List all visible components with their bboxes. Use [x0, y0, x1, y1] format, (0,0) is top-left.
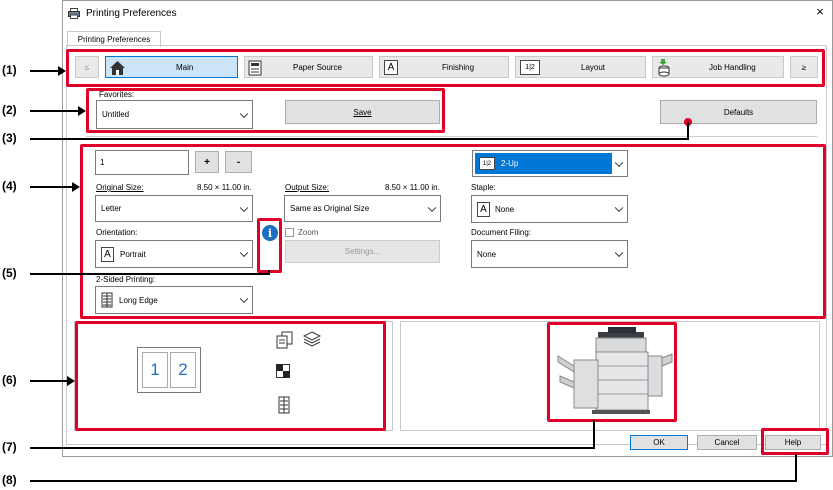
callout-box-7	[547, 322, 677, 422]
leader-line-5-v	[268, 270, 270, 275]
leader-line-1	[30, 70, 60, 72]
ok-button[interactable]: OK	[630, 435, 688, 450]
callout-label-2: (2)	[2, 103, 17, 117]
window-title: Printing Preferences	[86, 8, 177, 19]
close-icon: ×	[816, 3, 824, 19]
cancel-button[interactable]: Cancel	[697, 435, 757, 450]
callout-label-7: (7)	[2, 440, 17, 454]
leader-arrow-6	[67, 376, 75, 386]
callout-label-5: (5)	[2, 266, 17, 280]
callout-label-4: (4)	[2, 179, 17, 193]
leader-line-6	[30, 380, 69, 382]
printer-icon	[68, 8, 80, 19]
leader-arrow-1	[58, 66, 66, 76]
leader-arrow-2	[78, 106, 86, 116]
leader-line-4	[30, 186, 74, 188]
callout-box-5	[257, 218, 282, 273]
leader-line-5	[30, 273, 270, 275]
close-button[interactable]: ×	[812, 3, 828, 19]
divider	[86, 136, 817, 137]
leader-line-7-v	[593, 420, 595, 449]
leader-line-7	[30, 447, 595, 449]
callout-label-1: (1)	[2, 63, 17, 77]
callout-box-2	[86, 88, 445, 133]
leader-arrow-4	[72, 182, 80, 192]
leader-line-3-v	[687, 122, 689, 140]
leader-line-8-v	[795, 454, 797, 482]
callout-box-8	[761, 428, 829, 455]
callout-label-6: (6)	[2, 373, 17, 387]
callout-box-6	[75, 321, 386, 431]
callout-label-8: (8)	[2, 473, 17, 487]
leader-line-3	[30, 138, 688, 140]
callout-label-3: (3)	[2, 131, 17, 145]
leader-line-2	[30, 110, 80, 112]
leader-line-8	[30, 480, 797, 482]
property-tab-label: Printing Preferences	[77, 35, 151, 44]
callout-box-4	[80, 144, 826, 319]
callout-box-1	[66, 49, 825, 87]
